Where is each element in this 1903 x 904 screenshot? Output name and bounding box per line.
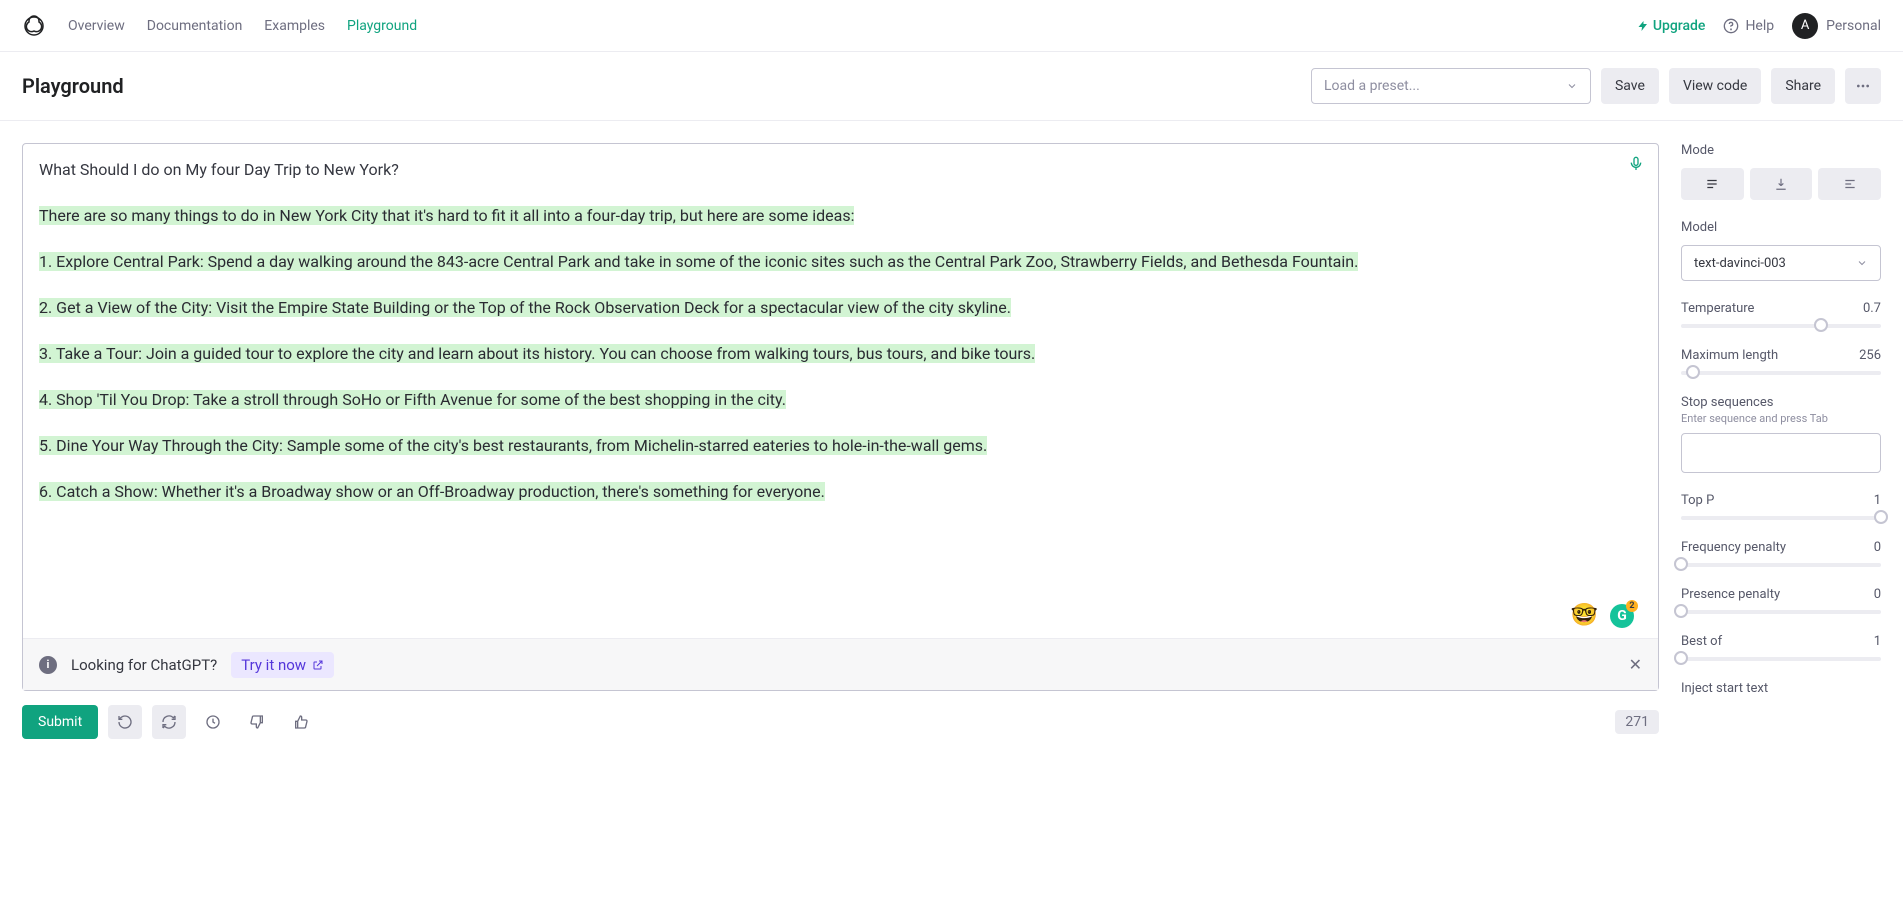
best-of-slider[interactable] xyxy=(1681,657,1881,661)
generated-line: There are so many things to do in New Yo… xyxy=(39,204,1642,228)
top-p-label: Top P xyxy=(1681,493,1714,508)
thumbs-up-button[interactable] xyxy=(284,705,318,739)
chevron-down-icon xyxy=(1566,80,1578,92)
stop-sequences-input[interactable] xyxy=(1681,433,1881,473)
close-banner-icon[interactable]: ✕ xyxy=(1629,655,1642,674)
temperature-slider[interactable] xyxy=(1681,324,1881,328)
microphone-icon[interactable] xyxy=(1628,156,1644,172)
undo-icon xyxy=(117,714,133,730)
refresh-icon xyxy=(161,714,177,730)
mode-label: Mode xyxy=(1681,143,1881,158)
inject-start-text-label: Inject start text xyxy=(1681,681,1881,696)
max-length-slider[interactable] xyxy=(1681,371,1881,375)
top-p-value: 1 xyxy=(1874,493,1881,508)
generated-line: 1. Explore Central Park: Spend a day wal… xyxy=(39,250,1642,274)
nav-examples[interactable]: Examples xyxy=(264,18,325,34)
chatgpt-banner: i Looking for ChatGPT? Try it now ✕ xyxy=(23,638,1658,690)
model-value: text-davinci-003 xyxy=(1694,256,1786,271)
mode-edit-button[interactable] xyxy=(1818,168,1881,200)
view-code-button[interactable]: View code xyxy=(1669,68,1761,104)
page-header: Playground Load a preset... Save View co… xyxy=(0,52,1903,121)
generated-line: 2. Get a View of the City: Visit the Emp… xyxy=(39,296,1642,320)
history-button[interactable] xyxy=(196,705,230,739)
help-icon xyxy=(1723,18,1739,34)
top-p-slider[interactable] xyxy=(1681,516,1881,520)
thumbs-down-icon xyxy=(249,714,265,730)
stop-sequences-hint: Enter sequence and press Tab xyxy=(1681,412,1881,425)
max-length-label: Maximum length xyxy=(1681,348,1778,363)
history-icon xyxy=(205,714,221,730)
account-menu[interactable]: A Personal xyxy=(1792,13,1881,39)
temperature-label: Temperature xyxy=(1681,301,1754,316)
best-of-label: Best of xyxy=(1681,634,1722,649)
nav-overview[interactable]: Overview xyxy=(68,18,125,34)
top-nav: Overview Documentation Examples Playgrou… xyxy=(0,0,1903,52)
ellipsis-icon xyxy=(1855,78,1871,94)
avatar: A xyxy=(1792,13,1818,39)
more-button[interactable] xyxy=(1845,68,1881,104)
account-label: Personal xyxy=(1826,18,1881,34)
token-count: 271 xyxy=(1615,710,1659,734)
external-link-icon xyxy=(312,659,324,671)
save-button[interactable]: Save xyxy=(1601,68,1659,104)
upgrade-link[interactable]: Upgrade xyxy=(1637,18,1706,34)
generated-line: 6. Catch a Show: Whether it's a Broadway… xyxy=(39,480,1642,504)
grammarly-icon[interactable]: G2 xyxy=(1610,604,1634,628)
presence-penalty-value: 0 xyxy=(1874,587,1881,602)
nav-playground[interactable]: Playground xyxy=(347,18,417,34)
generated-line: 3. Take a Tour: Join a guided tour to ex… xyxy=(39,342,1642,366)
model-label: Model xyxy=(1681,220,1881,235)
submit-button[interactable]: Submit xyxy=(22,705,98,739)
regenerate-button[interactable] xyxy=(152,705,186,739)
frequency-penalty-label: Frequency penalty xyxy=(1681,540,1786,555)
info-icon: i xyxy=(39,656,57,674)
emoji-icon[interactable]: 🤓 xyxy=(1571,603,1598,628)
action-row: Submit 271 xyxy=(22,705,1659,739)
model-select[interactable]: text-davinci-003 xyxy=(1681,245,1881,281)
preset-placeholder: Load a preset... xyxy=(1324,78,1420,94)
nav-documentation[interactable]: Documentation xyxy=(147,18,243,34)
edit-mode-icon xyxy=(1843,177,1857,191)
prompt-text: What Should I do on My four Day Trip to … xyxy=(39,158,1642,182)
bolt-icon xyxy=(1637,20,1649,32)
temperature-value: 0.7 xyxy=(1863,301,1881,316)
frequency-penalty-value: 0 xyxy=(1874,540,1881,555)
generated-line: 4. Shop 'Til You Drop: Take a stroll thr… xyxy=(39,388,1642,412)
generated-line: 5. Dine Your Way Through the City: Sampl… xyxy=(39,434,1642,458)
frequency-penalty-slider[interactable] xyxy=(1681,563,1881,567)
insert-mode-icon xyxy=(1774,177,1788,191)
chevron-down-icon xyxy=(1856,257,1868,269)
stop-sequences-label: Stop sequences xyxy=(1681,395,1881,410)
thumbs-down-button[interactable] xyxy=(240,705,274,739)
help-label: Help xyxy=(1745,18,1774,34)
try-it-label: Try it now xyxy=(241,656,306,674)
completion-editor[interactable]: What Should I do on My four Day Trip to … xyxy=(22,143,1659,691)
upgrade-label: Upgrade xyxy=(1653,18,1706,34)
best-of-value: 1 xyxy=(1874,634,1881,649)
thumbs-up-icon xyxy=(293,714,309,730)
parameters-panel: Mode Model text-davinci-003 Temperature … xyxy=(1681,143,1881,739)
presence-penalty-slider[interactable] xyxy=(1681,610,1881,614)
preset-select[interactable]: Load a preset... xyxy=(1311,68,1591,104)
grammarly-count: 2 xyxy=(1626,600,1638,612)
nav-links: Overview Documentation Examples Playgrou… xyxy=(68,18,417,34)
mode-complete-button[interactable] xyxy=(1681,168,1744,200)
page-title: Playground xyxy=(22,74,124,98)
mode-insert-button[interactable] xyxy=(1750,168,1813,200)
complete-mode-icon xyxy=(1705,177,1719,191)
max-length-value: 256 xyxy=(1859,348,1881,363)
banner-text: Looking for ChatGPT? xyxy=(71,656,217,674)
editor-text-area[interactable]: What Should I do on My four Day Trip to … xyxy=(23,144,1658,638)
presence-penalty-label: Presence penalty xyxy=(1681,587,1780,602)
help-link[interactable]: Help xyxy=(1723,18,1774,34)
openai-logo-icon[interactable] xyxy=(22,14,46,38)
share-button[interactable]: Share xyxy=(1771,68,1835,104)
undo-button[interactable] xyxy=(108,705,142,739)
try-it-now-link[interactable]: Try it now xyxy=(231,652,334,678)
